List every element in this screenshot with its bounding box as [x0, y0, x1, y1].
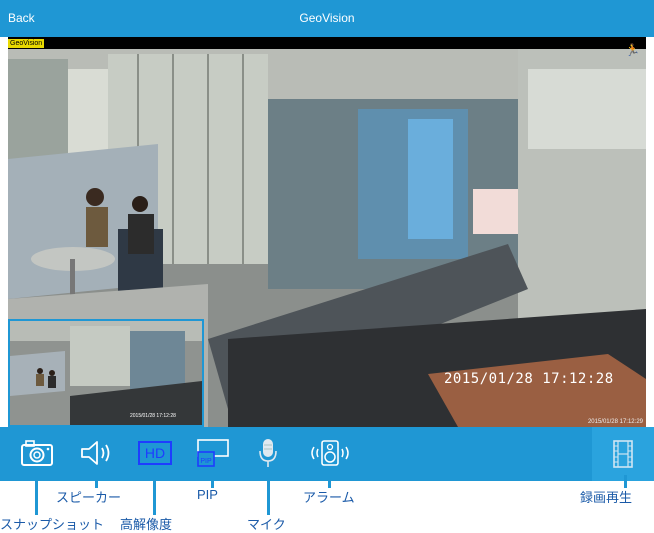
video-timestamp: 2015/01/28 17:12:28	[444, 371, 614, 387]
speaker-icon	[81, 441, 110, 465]
callout-label-speaker: スピーカー	[56, 490, 122, 505]
video-timestamp-small: 2015/01/28 17:12:29	[587, 419, 643, 425]
alarm-speaker-icon	[311, 440, 349, 466]
callout-label-snapshot: スナップショット	[0, 517, 105, 532]
playback-button[interactable]	[592, 427, 654, 481]
callout-label-hd: 高解像度	[120, 517, 173, 532]
top-nav-bar: Back GeoVision	[0, 0, 654, 37]
callout-label-playback: 録画再生	[580, 490, 633, 505]
control-toolbar: HD PIP	[0, 427, 654, 481]
mic-button[interactable]	[250, 435, 286, 471]
snapshot-button[interactable]	[15, 435, 59, 471]
callout-line-mic	[267, 475, 270, 515]
page-title: GeoVision	[299, 11, 355, 25]
channel-label: GeoVision	[8, 39, 45, 48]
pip-video-feed	[10, 321, 202, 425]
svg-text:HD: HD	[145, 445, 165, 461]
camera-viewer[interactable]: GeoVision 🏃 2015/01/28 17:12:28 2015/01/…	[8, 37, 646, 427]
camera-icon	[21, 440, 53, 466]
pip-button[interactable]: PIP	[191, 435, 235, 471]
running-person-icon: 🏃	[625, 43, 640, 57]
film-icon	[613, 440, 633, 468]
pip-window[interactable]: 2015/01/28 17:12:28	[8, 319, 204, 427]
callout-line-hd	[153, 475, 156, 515]
svg-text:PIP: PIP	[200, 458, 212, 465]
callout-label-mic: マイク	[247, 517, 286, 532]
microphone-icon	[259, 439, 277, 467]
pip-timestamp: 2015/01/28 17:12:28	[130, 413, 176, 419]
pip-icon: PIP	[197, 439, 229, 467]
speaker-button[interactable]	[75, 435, 119, 471]
callout-label-pip: PIP	[197, 487, 218, 502]
hd-icon: HD	[138, 441, 172, 465]
callout-label-alarm: アラーム	[303, 490, 355, 505]
callout-line-snapshot	[35, 475, 38, 515]
alarm-button[interactable]	[305, 435, 355, 471]
hd-button[interactable]: HD	[133, 435, 177, 471]
